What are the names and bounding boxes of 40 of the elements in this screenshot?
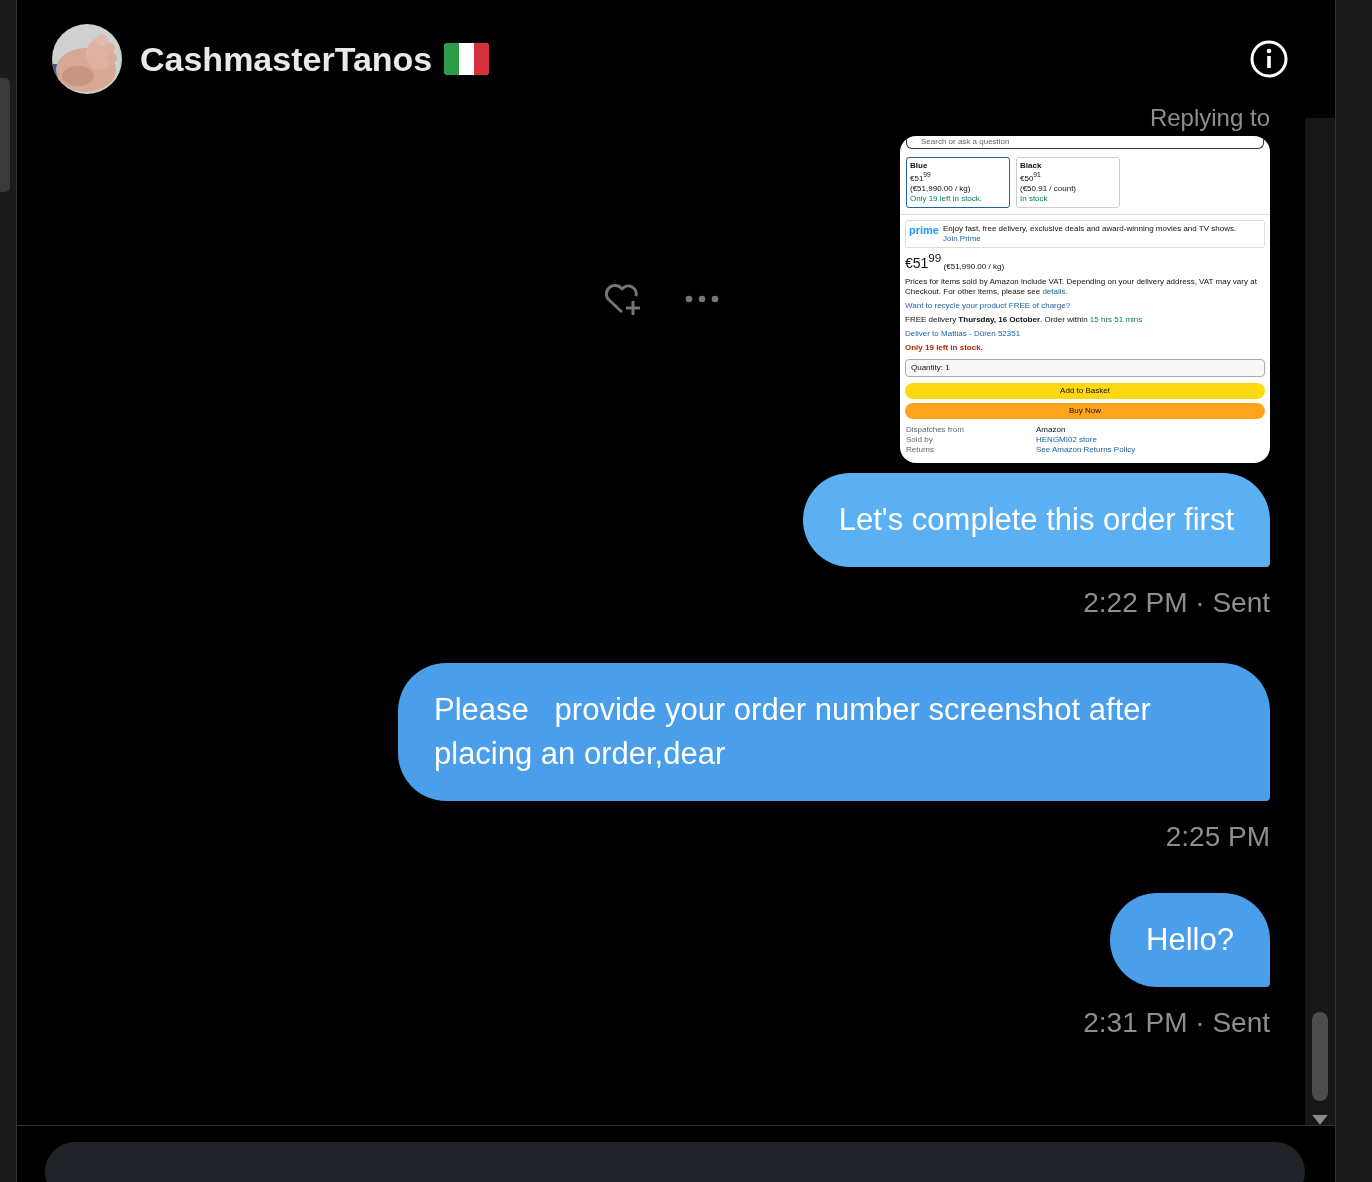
product-screenshot[interactable] <box>900 136 1270 463</box>
scroll-bar[interactable] <box>1305 118 1335 1125</box>
buy-now-button[interactable]: Buy Now <box>905 402 1265 419</box>
unit-price: (€51,990.00 / kg) <box>943 261 1005 271</box>
prime-text: Enjoy fast, free delivery, exclusive deals and award-winning movies and TV shows. <box>942 223 1237 234</box>
replying-to-label: Replying to <box>1149 104 1270 132</box>
scroll-down-icon[interactable] <box>1312 1115 1328 1125</box>
price: €51$^{99}$ <box>905 255 942 272</box>
message-timestamp: 2:31 PM · Sent <box>1083 1006 1270 1039</box>
vat-text: Prices for items sold by Amazon include VAT. Depending on your delivery address, VAT may vary at Checkout. For other items, please see details. <box>905 276 1258 297</box>
detail-value: Amazon <box>1036 424 1067 435</box>
prime-logo: prime <box>909 223 939 238</box>
contact-name: CashmasterTanos <box>140 39 433 79</box>
details-link[interactable]: details. <box>1042 286 1068 296</box>
stock-warning: Only 19 left in stock. <box>905 342 984 353</box>
variant-option[interactable]: Blue €51$^{99}$ (€51,990.00 / kg) Only 19 left in stock. <box>906 157 1010 208</box>
search-field: Search or ask a question <box>906 136 1264 149</box>
join-link[interactable]: Join Prime <box>942 233 981 244</box>
more-icon[interactable] <box>684 294 720 305</box>
detail-label: Returns <box>906 444 935 455</box>
heart-plus-icon[interactable] <box>602 282 642 317</box>
deliver-to-link[interactable]: Deliver to Mattias - Düren 52351 <box>905 328 1265 339</box>
message-bubble: Let's complete this order first <box>802 472 1270 567</box>
scroll-thumb[interactable] <box>1312 1012 1328 1102</box>
detail-label: Dispatches from <box>906 424 965 435</box>
message-bubble: Hello? <box>1110 892 1270 987</box>
recycle-link[interactable]: Want to recycle your product FREE of charge? <box>905 300 1265 311</box>
add-to-basket-button[interactable]: Add to Basket <box>905 382 1265 399</box>
quantity-dropdown[interactable]: Quantity: 1 <box>905 358 1265 377</box>
delivery-text: FREE delivery Thursday, 16 October. Order within 15 hrs 51 mins <box>905 314 1144 325</box>
message-timestamp: 2:22 PM · Sent <box>1083 586 1270 619</box>
message-timestamp: 2:25 PM <box>1165 820 1270 853</box>
message-bubble: Please provide your order number screenshot after placing an order,dear <box>398 662 1270 801</box>
flag-icon <box>444 43 490 75</box>
variant-option[interactable]: Black €50$^{91}$ (€50.91 / count) In stock <box>1016 157 1120 208</box>
scroll-bar[interactable] <box>0 78 10 192</box>
info-icon[interactable] <box>1249 39 1289 79</box>
detail-label: Sold by <box>906 434 934 445</box>
detail-value[interactable]: See Amazon Returns Policy <box>1036 444 1264 455</box>
detail-value[interactable]: HENGMI02 store <box>1036 434 1264 445</box>
